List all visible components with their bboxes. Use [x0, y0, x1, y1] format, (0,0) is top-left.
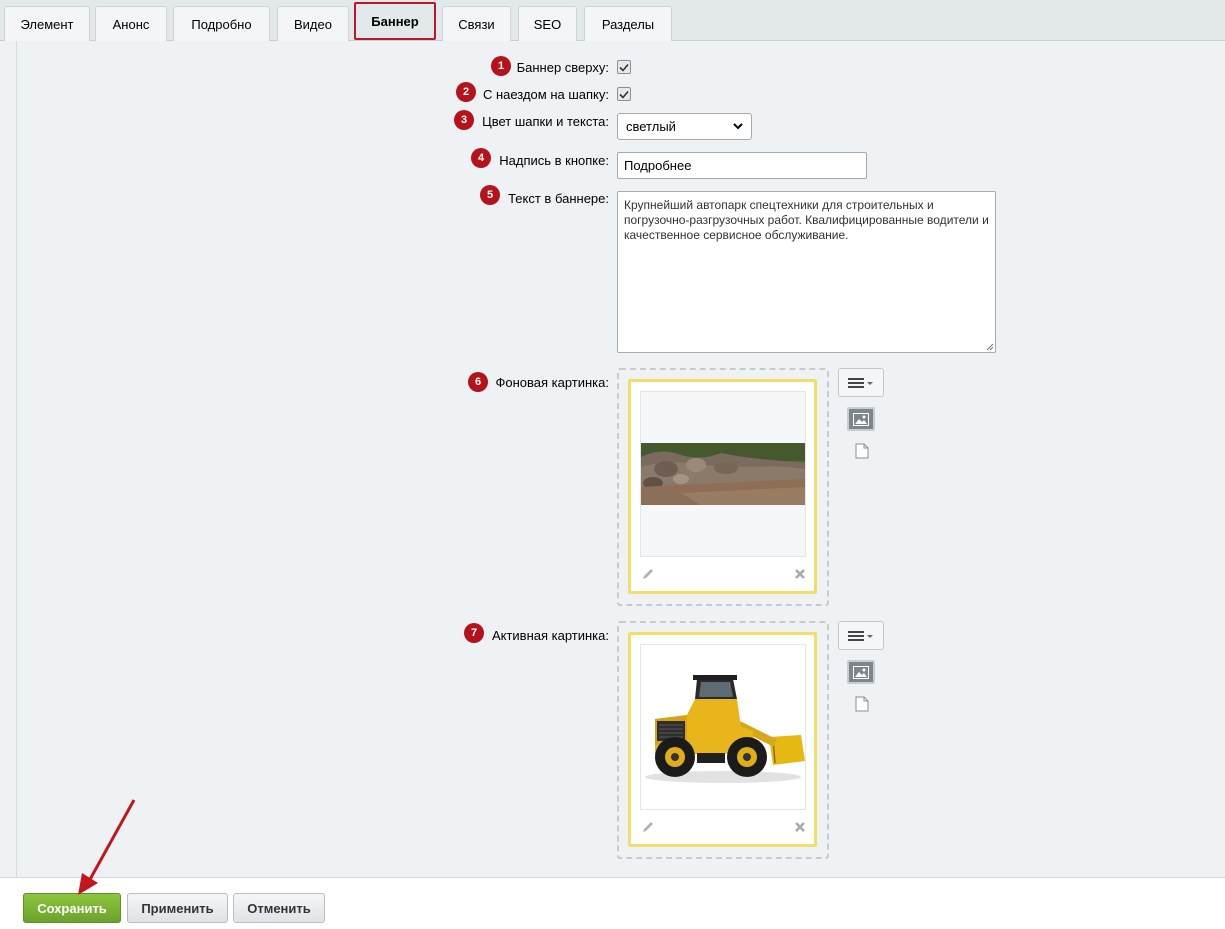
check-icon [619, 63, 629, 72]
annotation-arrow-icon [78, 799, 136, 895]
step-badge-6: 6 [468, 372, 488, 392]
banner-text-value: Крупнейший автопарк спецтехники для стро… [624, 198, 989, 242]
resize-handle-icon[interactable] [986, 343, 994, 351]
image-icon [853, 412, 869, 426]
banner-top-label: Баннер сверху: [516, 60, 609, 75]
step-badge-1: 1 [491, 56, 511, 76]
active-image-menu-button[interactable] [838, 621, 884, 650]
active-image-label: Активная картинка: [491, 628, 609, 643]
tab-bar: Элемент Анонс Подробно Видео Баннер Связ… [0, 0, 1225, 41]
banner-text-label: Текст в баннере: [508, 191, 609, 206]
file-icon[interactable] [855, 696, 869, 712]
bg-image-picker-button[interactable] [847, 407, 875, 431]
close-icon[interactable] [794, 568, 806, 580]
tab-details[interactable]: Подробно [173, 6, 270, 41]
content-panel [4, 41, 1225, 877]
tab-banner[interactable]: Баннер [354, 2, 436, 40]
tab-video[interactable]: Видео [277, 6, 349, 41]
image-icon [853, 665, 869, 679]
banner-text-textarea[interactable]: Крупнейший автопарк спецтехники для стро… [617, 191, 996, 353]
loader-image [645, 675, 805, 783]
header-color-value: светлый [626, 119, 676, 134]
file-icon[interactable] [855, 443, 869, 459]
tab-sections[interactable]: Разделы [584, 6, 672, 41]
tab-seo[interactable]: SEO [518, 6, 577, 41]
banner-top-checkbox[interactable] [617, 60, 631, 74]
button-text-label: Надпись в кнопке: [499, 153, 609, 168]
header-overlap-label: С наездом на шапку: [482, 87, 609, 102]
tab-links[interactable]: Связи [442, 6, 511, 41]
check-icon [619, 90, 629, 99]
tab-announce[interactable]: Анонс [95, 6, 167, 41]
step-badge-2: 2 [456, 82, 476, 102]
tab-element[interactable]: Элемент [4, 6, 90, 41]
quarry-image [641, 443, 805, 505]
step-badge-3: 3 [454, 110, 474, 130]
step-badge-4: 4 [471, 148, 491, 168]
bg-image-menu-button[interactable] [838, 368, 884, 397]
bg-image-preview[interactable] [640, 391, 806, 557]
cancel-button[interactable]: Отменить [233, 893, 325, 923]
close-icon[interactable] [794, 821, 806, 833]
chevron-down-icon [733, 123, 743, 130]
header-color-label: Цвет шапки и текста: [482, 114, 609, 129]
button-text-input[interactable]: Подробнее [617, 152, 867, 179]
header-overlap-checkbox[interactable] [617, 87, 631, 101]
header-color-select[interactable]: светлый [617, 113, 752, 140]
bg-image-label: Фоновая картинка: [495, 375, 609, 390]
active-image-picker-button[interactable] [847, 660, 875, 684]
active-image-preview[interactable] [640, 644, 806, 810]
button-text-value: Подробнее [624, 158, 692, 173]
pencil-icon[interactable] [641, 820, 655, 834]
step-badge-5: 5 [480, 185, 500, 205]
menu-icon [848, 377, 873, 388]
pencil-icon[interactable] [641, 567, 655, 581]
step-badge-7: 7 [464, 623, 484, 643]
menu-icon [848, 630, 873, 641]
